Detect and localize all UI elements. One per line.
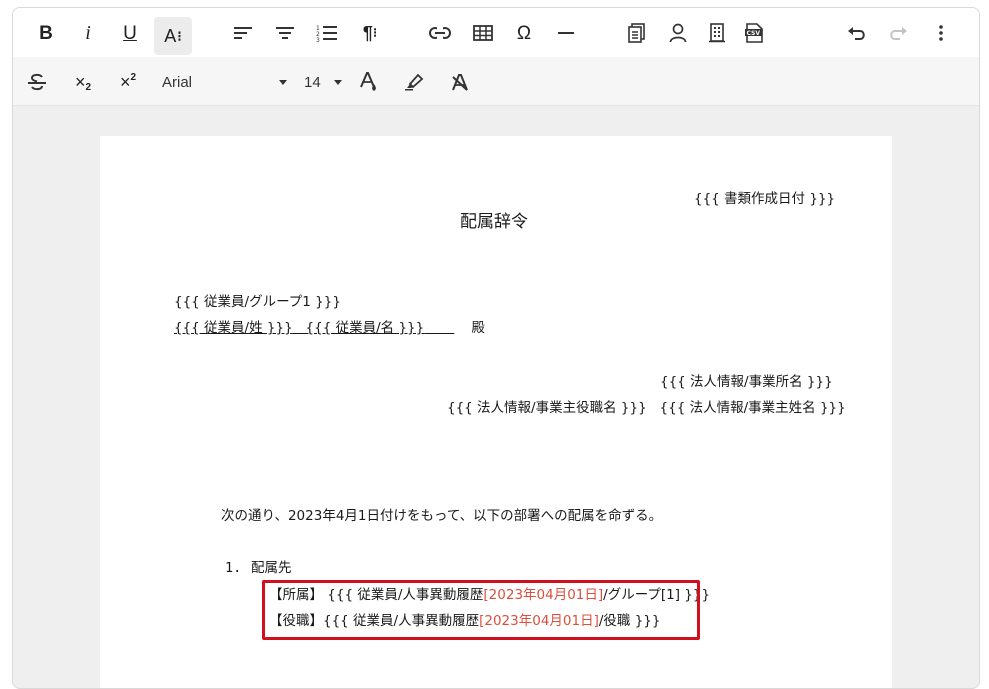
paragraph-icon: ¶ xyxy=(362,23,373,43)
svg-text:CSV: CSV xyxy=(747,30,761,37)
superscript-button[interactable]: × 2 xyxy=(109,63,147,101)
undo-button[interactable] xyxy=(838,14,876,52)
font-size-select[interactable]: 14 xyxy=(304,69,342,95)
redo-icon xyxy=(890,27,907,40)
honorific: 殿 xyxy=(471,320,485,336)
recipient-name: {{{ 従業員/名 }}} xyxy=(305,320,425,336)
font-size-dots-icon: ⁝ xyxy=(177,27,182,44)
company-owner-line: {{{ 法人情報/事業主役職名 }}} {{{ 法人情報/事業主姓名 }}} xyxy=(447,400,846,416)
svg-text:3: 3 xyxy=(316,37,320,42)
more-options-button[interactable] xyxy=(922,14,960,52)
horizontal-rule-icon xyxy=(558,32,574,34)
align-left-button[interactable] xyxy=(224,14,262,52)
align-center-button[interactable] xyxy=(266,14,304,52)
italic-button[interactable]: i xyxy=(69,14,107,52)
document-title: 配属辞令 xyxy=(460,212,528,232)
clear-format-button[interactable] xyxy=(441,63,479,101)
company-office: {{{ 法人情報/事業所名 }}} xyxy=(660,374,833,390)
body-text: 次の通り、2023年4月1日付けをもって、以下の部署への配属を命ずる。 xyxy=(221,508,663,524)
template-icon xyxy=(628,23,645,43)
rich-text-editor: B i U A ⁝ 123 ¶ ⁝ Ω CSV × 2 × 2 Arial 14… xyxy=(12,7,980,689)
align-left-icon xyxy=(234,27,252,39)
paragraph-button[interactable]: ¶ ⁝ xyxy=(351,14,389,52)
template-button[interactable] xyxy=(618,14,656,52)
user-field-button[interactable] xyxy=(659,14,697,52)
toolbar-row-2 xyxy=(13,57,979,106)
undo-icon xyxy=(848,27,865,40)
highlight-annotation-box xyxy=(262,580,700,640)
strikethrough-icon xyxy=(28,73,46,91)
font-family-caret-icon xyxy=(279,80,287,85)
csv-icon: CSV xyxy=(745,23,763,43)
underline-button[interactable]: U xyxy=(111,14,149,52)
highlighter-icon xyxy=(405,73,424,91)
table-button[interactable] xyxy=(464,14,502,52)
strikethrough-button[interactable] xyxy=(18,63,56,101)
bold-button[interactable]: B xyxy=(27,14,65,52)
list-number: 1. xyxy=(225,560,242,576)
omega-icon: Ω xyxy=(516,22,532,44)
font-size-caret-icon xyxy=(334,80,342,85)
superscript-icon: × xyxy=(119,72,131,92)
clear-format-icon xyxy=(452,74,468,91)
subscript-button[interactable]: × 2 xyxy=(64,63,102,101)
list-title: 配属先 xyxy=(251,560,292,576)
link-icon xyxy=(429,27,451,39)
font-size-button[interactable]: A ⁝ xyxy=(154,17,192,55)
horizontal-rule-button[interactable] xyxy=(547,14,585,52)
font-family-select[interactable]: Arial xyxy=(162,69,287,95)
date-placeholder: {{{ 書類作成日付 }}} xyxy=(694,191,836,207)
numbered-list-button[interactable]: 123 xyxy=(308,14,346,52)
text-color-icon xyxy=(360,72,376,91)
csv-field-button[interactable]: CSV xyxy=(735,14,773,52)
company-owner-name: {{{ 法人情報/事業主姓名 }}} xyxy=(659,400,846,416)
company-owner-title: {{{ 法人情報/事業主役職名 }}} xyxy=(447,400,647,416)
company-field-button[interactable] xyxy=(698,14,736,52)
link-button[interactable] xyxy=(421,14,459,52)
subscript-icon: × xyxy=(74,72,86,92)
redo-button[interactable] xyxy=(879,14,917,52)
recipient-group: {{{ 従業員/グループ1 }}} xyxy=(174,294,341,310)
text-color-button[interactable] xyxy=(350,63,388,101)
table-icon xyxy=(473,25,493,41)
recipient-surname: {{{ 従業員/姓 }}} xyxy=(174,320,293,336)
user-icon xyxy=(669,23,687,43)
numbered-list-icon: 123 xyxy=(316,25,337,42)
more-vertical-icon xyxy=(939,25,943,41)
special-character-button[interactable]: Ω xyxy=(505,14,543,52)
document-page[interactable]: {{{ 書類作成日付 }}} 配属辞令 {{{ 従業員/グループ1 }}} {{… xyxy=(100,136,892,688)
recipient-name-line: {{{ 従業員/姓 }}} {{{ 従業員/名 }}} 殿 xyxy=(174,320,485,336)
building-icon xyxy=(709,23,725,43)
paragraph-dots-icon: ⁝ xyxy=(372,25,378,40)
align-center-icon xyxy=(276,27,294,39)
toolbar-row-1: B i U A ⁝ 123 ¶ ⁝ Ω CSV xyxy=(13,8,979,57)
highlight-button[interactable] xyxy=(395,63,433,101)
